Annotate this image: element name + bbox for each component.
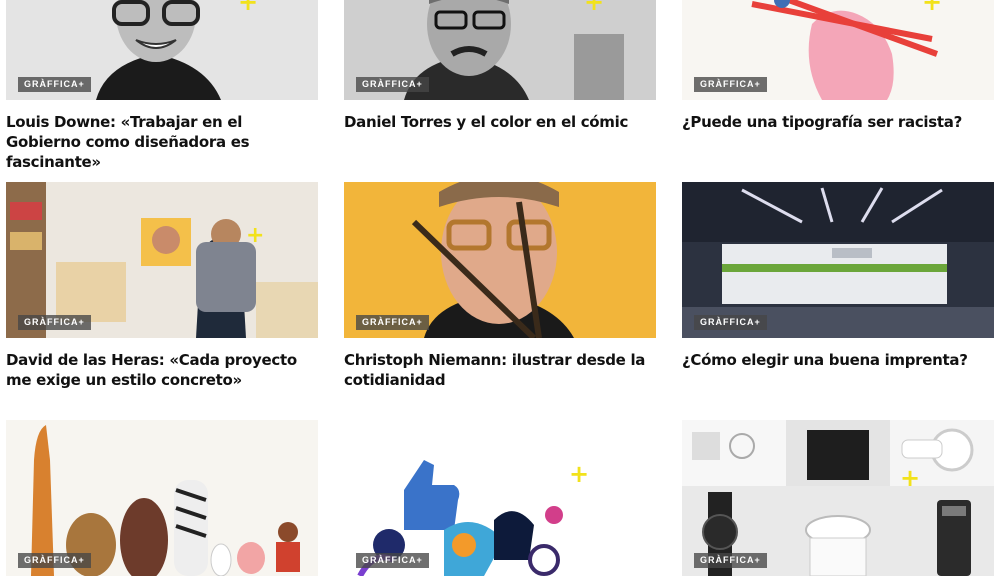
article-card[interactable]: GRÀFFICA+ ¿Cómo elegir una buena imprent… [682,182,994,370]
article-title[interactable]: ¿Cómo elegir una buena imprenta? [682,350,994,370]
svg-text:+: + [922,0,942,16]
article-card[interactable]: GRÀFFICA+ [6,420,318,588]
category-badge[interactable]: GRÀFFICA+ [18,77,91,92]
article-image[interactable]: + GRÀFFICA+ [6,182,318,338]
category-badge[interactable]: GRÀFFICA+ [356,553,429,568]
svg-text:+: + [900,464,920,492]
category-badge[interactable]: GRÀFFICA+ [18,315,91,330]
article-card[interactable]: + GRÀFFICA+ Louis Downe: «Trabajar en el… [6,0,318,172]
svg-text:+: + [584,0,604,16]
article-card[interactable]: + GRÀFFICA+ [344,420,656,588]
article-image[interactable]: + GRÀFFICA+ [6,0,318,100]
svg-text:+: + [569,460,589,488]
article-card[interactable]: + GRÀFFICA+ David de las Heras: «Cada pr… [6,182,318,390]
article-title[interactable]: Daniel Torres y el color en el cómic [344,112,656,132]
article-title[interactable]: Christoph Niemann: ilustrar desde la cot… [344,350,656,390]
article-card[interactable]: + GRÀFFICA+ Daniel Torres y el color en … [344,0,656,132]
article-image[interactable]: + GRÀFFICA+ [344,420,656,576]
article-title[interactable]: David de las Heras: «Cada proyecto me ex… [6,350,318,390]
category-badge[interactable]: GRÀFFICA+ [18,553,91,568]
article-image[interactable]: + GRÀFFICA+ [682,0,994,100]
article-title[interactable]: Louis Downe: «Trabajar en el Gobierno co… [6,112,318,172]
article-title[interactable]: ¿Puede una tipografía ser racista? [682,112,994,132]
article-card[interactable]: GRÀFFICA+ Christoph Niemann: ilustrar de… [344,182,656,390]
article-image[interactable]: + GRÀFFICA+ [344,0,656,100]
article-image[interactable]: + GRÀFFICA+ [682,420,994,576]
article-image[interactable]: GRÀFFICA+ [344,182,656,338]
article-image[interactable]: GRÀFFICA+ [682,182,994,338]
category-badge[interactable]: GRÀFFICA+ [356,315,429,330]
category-badge[interactable]: GRÀFFICA+ [694,553,767,568]
svg-text:+: + [246,223,264,248]
article-card[interactable]: + GRÀFFICA+ ¿Puede una tipografía ser ra… [682,0,994,132]
article-card[interactable]: + GRÀFFICA+ [682,420,994,588]
article-image[interactable]: GRÀFFICA+ [6,420,318,576]
category-badge[interactable]: GRÀFFICA+ [694,77,767,92]
category-badge[interactable]: GRÀFFICA+ [694,315,767,330]
category-badge[interactable]: GRÀFFICA+ [356,77,429,92]
svg-text:+: + [238,0,258,16]
